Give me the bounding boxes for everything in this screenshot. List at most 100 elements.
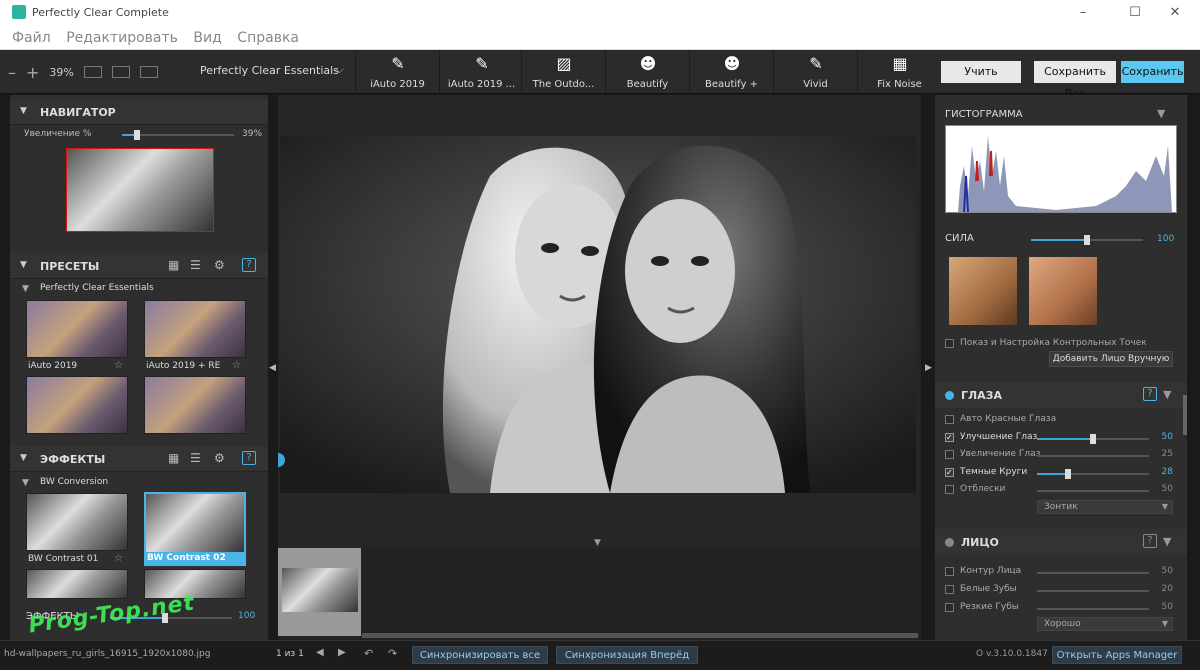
prev-icon[interactable]: ◀ xyxy=(316,647,324,658)
eyes-row[interactable]: Отблески 50 xyxy=(945,483,1177,499)
minimize-button[interactable]: – xyxy=(1060,0,1106,26)
chevron-down-icon[interactable]: ▼ xyxy=(1157,107,1165,120)
list-view-icon[interactable]: ☰ xyxy=(190,451,201,465)
eyes-checkbox[interactable]: ✓ xyxy=(945,432,954,442)
eyes-header[interactable]: ГЛАЗА ? ▼ xyxy=(935,382,1187,408)
preset-tab-fix-noise[interactable]: ▦ Fix Noise xyxy=(857,50,941,94)
apps-manager-button[interactable]: Открыть Apps Manager xyxy=(1052,646,1182,664)
preset-thumb[interactable] xyxy=(144,300,246,358)
chevron-down-icon[interactable]: ▼ xyxy=(1163,535,1171,548)
save-all-button[interactable]: Сохранить Все xyxy=(1034,61,1116,100)
face-row[interactable]: Контур Лица 50 xyxy=(945,565,1177,581)
filmstrip-scrollbar[interactable] xyxy=(362,633,918,638)
face-dropdown[interactable]: Хорошо ▼ xyxy=(1037,617,1173,631)
eyes-row[interactable]: Авто Красные Глаза xyxy=(945,413,1177,429)
face-checkbox[interactable] xyxy=(945,603,954,612)
face-thumb[interactable] xyxy=(1029,257,1097,325)
eyes-row-slider[interactable] xyxy=(1037,490,1149,492)
eyes-checkbox[interactable] xyxy=(945,450,954,459)
effect-thumb[interactable] xyxy=(26,569,128,599)
face-toggle-icon[interactable] xyxy=(945,538,954,547)
menu-edit[interactable]: Редактировать xyxy=(66,26,178,50)
menu-help[interactable]: Справка xyxy=(237,26,299,50)
effects-header[interactable]: ▼ ЭФФЕКТЫ ▦ ☰ ⚙ ? xyxy=(10,446,268,472)
face-row-slider[interactable] xyxy=(1037,608,1149,610)
preset-thumb[interactable] xyxy=(26,300,128,358)
gear-icon[interactable]: ⚙ xyxy=(214,258,225,272)
redo-icon[interactable]: ↷ xyxy=(388,647,397,660)
collapse-right-panel-icon[interactable]: ▶ xyxy=(925,363,932,373)
face-row[interactable]: Резкие Губы 50 xyxy=(945,601,1177,617)
navigator-header[interactable]: ▼ НАВИГАТОР xyxy=(10,99,268,125)
collapse-arrow-icon: ▼ xyxy=(20,453,27,463)
presets-header[interactable]: ▼ ПРЕСЕТЫ ▦ ☰ ⚙ ? xyxy=(10,253,268,279)
single-view-icon[interactable] xyxy=(83,66,102,78)
eyes-toggle-icon[interactable] xyxy=(945,391,954,400)
save-button[interactable]: Сохранить xyxy=(1121,61,1184,83)
close-button[interactable]: ✕ xyxy=(1152,0,1198,26)
preset-tab-iauto-2019-re[interactable]: ✎ iAuto 2019 ... xyxy=(439,50,523,94)
preset-tab-iauto-2019[interactable]: ✎ iAuto 2019 xyxy=(355,50,439,94)
add-face-button[interactable]: Добавить Лицо Вручную xyxy=(1049,351,1173,367)
eyes-row-slider[interactable] xyxy=(1037,433,1149,444)
filmstrip-thumb-selected[interactable] xyxy=(278,548,361,636)
effect-thumb-selected[interactable] xyxy=(144,492,246,554)
collapse-filmstrip-icon[interactable]: ▼ xyxy=(594,538,601,548)
learn-button[interactable]: Учить xyxy=(941,61,1021,83)
eyes-row[interactable]: ✓ Темные Круги 28 xyxy=(945,466,1177,482)
eyes-checkbox[interactable] xyxy=(945,415,954,424)
preset-thumb[interactable] xyxy=(26,376,128,434)
help-icon[interactable]: ? xyxy=(242,258,256,272)
eyes-row[interactable]: ✓ Улучшение Глаз 50 xyxy=(945,431,1177,447)
navigator-preview[interactable] xyxy=(66,148,214,232)
eyes-row-label: Улучшение Глаз xyxy=(960,431,1038,442)
eyes-row-slider[interactable] xyxy=(1037,468,1149,479)
undo-icon[interactable]: ↶ xyxy=(364,647,373,660)
preset-tab-vivid[interactable]: ✎ Vivid xyxy=(773,50,857,94)
grid-view-icon[interactable]: ▦ xyxy=(168,258,179,272)
main-photo[interactable] xyxy=(280,136,916,493)
side-by-side-view-icon[interactable] xyxy=(139,66,158,78)
face-row-slider[interactable] xyxy=(1037,590,1149,592)
preset-set-select[interactable]: Perfectly Clear Essentials ⌵ xyxy=(200,62,344,77)
face-checkbox[interactable] xyxy=(945,567,954,576)
grid-view-icon[interactable]: ▦ xyxy=(168,451,179,465)
eyes-row[interactable]: Увеличение Глаз 25 xyxy=(945,448,1177,464)
sync-forward-button[interactable]: Синхронизация Вперёд xyxy=(556,646,698,664)
collapse-left-panel-icon[interactable]: ◀ xyxy=(269,363,276,373)
preset-tab-beautify[interactable]: ☻ Beautify xyxy=(605,50,689,94)
show-points-checkbox[interactable] xyxy=(945,339,954,348)
face-thumb[interactable] xyxy=(949,257,1017,325)
face-checkbox[interactable] xyxy=(945,585,954,594)
face-row[interactable]: Белые Зубы 20 xyxy=(945,583,1177,599)
help-icon[interactable]: ? xyxy=(1143,387,1157,401)
preset-tab-outdoors[interactable]: ▨ The Outdo... xyxy=(521,50,605,94)
menu-view[interactable]: Вид xyxy=(193,26,221,50)
navigator-zoom-slider[interactable] xyxy=(122,130,234,140)
sync-all-button[interactable]: Синхронизировать все xyxy=(412,646,548,664)
preset-tab-beautify-plus[interactable]: ☻ Beautify + xyxy=(689,50,773,94)
star-icon[interactable]: ☆ xyxy=(114,553,123,564)
menu-file[interactable]: Файл xyxy=(12,26,51,50)
gear-icon[interactable]: ⚙ xyxy=(214,451,225,465)
eyes-checkbox[interactable]: ✓ xyxy=(945,467,954,477)
star-icon[interactable]: ☆ xyxy=(114,360,123,371)
next-icon[interactable]: ▶ xyxy=(338,647,346,658)
zoom-in-button[interactable]: + xyxy=(26,63,39,82)
zoom-out-button[interactable]: – xyxy=(8,63,16,82)
face-row-slider[interactable] xyxy=(1037,572,1149,574)
eyes-dropdown[interactable]: Зонтик ▼ xyxy=(1037,500,1173,514)
preset-thumb[interactable] xyxy=(144,376,246,434)
list-view-icon[interactable]: ☰ xyxy=(190,258,201,272)
help-icon[interactable]: ? xyxy=(242,451,256,465)
face-header[interactable]: ЛИЦО ? ▼ xyxy=(935,529,1187,555)
star-icon[interactable]: ☆ xyxy=(232,360,241,371)
split-view-icon[interactable] xyxy=(111,66,130,78)
effect-thumb[interactable] xyxy=(26,493,128,551)
strength-slider[interactable] xyxy=(1031,235,1143,245)
chevron-down-icon[interactable]: ▼ xyxy=(1163,388,1171,401)
right-panel-scrollbar[interactable] xyxy=(1183,395,1187,435)
eyes-checkbox[interactable] xyxy=(945,485,954,494)
eyes-row-slider[interactable] xyxy=(1037,455,1149,457)
help-icon[interactable]: ? xyxy=(1143,534,1157,548)
